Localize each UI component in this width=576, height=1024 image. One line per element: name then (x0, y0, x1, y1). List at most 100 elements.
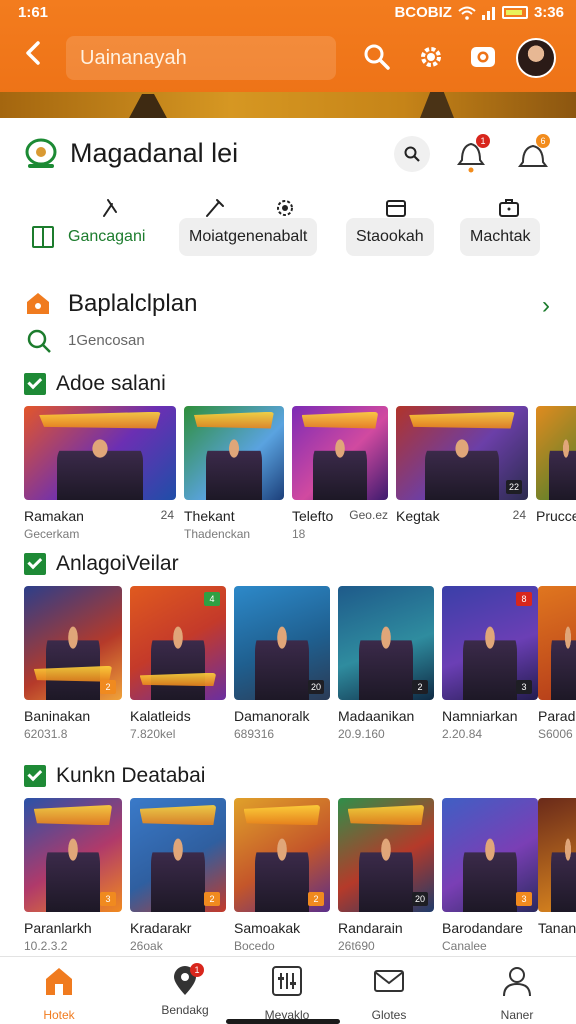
game-count: Geo.ez (349, 508, 388, 522)
category-tab[interactable]: Staookah (346, 196, 446, 260)
settings-gear-icon[interactable] (416, 42, 446, 72)
game-card[interactable]: 2 Samoakak Bocedo (234, 798, 330, 953)
game-meta: Thadenckan (184, 527, 251, 541)
battery-icon (501, 6, 528, 19)
search-icon[interactable] (362, 42, 392, 72)
brand-header: Magadanal lei 1 6 (0, 118, 576, 194)
game-card[interactable]: 83 Namniarkan 2.20.84 (442, 586, 538, 741)
nav-icon-wrap: 1 (168, 963, 204, 997)
content-sheet: Magadanal lei 1 6 Gancagani Moiatgenenab… (0, 118, 576, 956)
search-field[interactable] (66, 36, 336, 80)
game-meta: 2.20.84 (442, 727, 483, 741)
banner-tower-shape (128, 94, 168, 118)
game-name: Barodandare (442, 920, 523, 936)
game-card[interactable]: Tanan (538, 798, 576, 936)
section-title: AnlagoiVeilar (56, 552, 179, 575)
game-meta: Bocedo (234, 939, 275, 953)
game-name: Damanoralk (234, 708, 310, 724)
game-card[interactable]: 20 Damanoralk 689316 (234, 586, 330, 741)
search-circle-button[interactable] (394, 136, 430, 172)
alerts-button[interactable]: 6 (516, 134, 550, 174)
game-card[interactable]: 22 Kegtak 24 (396, 406, 528, 527)
mail-icon (374, 970, 404, 992)
category-tab[interactable]: Machtak (460, 196, 558, 260)
category-tab[interactable]: Gancagani (24, 196, 164, 260)
nav-badge: 1 (190, 963, 204, 977)
nav-label: Hotek (43, 1008, 75, 1022)
nav-profile[interactable]: Naner (472, 965, 562, 1022)
checkbox-icon (24, 553, 46, 575)
game-thumbnail (24, 406, 176, 500)
notification-badge: 1 (476, 134, 490, 148)
search-icon (27, 329, 51, 353)
category-label: Staookah (346, 218, 434, 256)
game-name: Samoakak (234, 920, 301, 936)
person-icon (503, 967, 531, 997)
section-adoe-salani: Adoe salani Ramakan 24 Gecerkam Thekant … (0, 370, 576, 550)
chevron-right-icon[interactable]: › (542, 292, 550, 320)
recommend-subtitle-row: 1Gencosan (0, 322, 576, 356)
game-name: Prucce (536, 508, 576, 524)
game-card[interactable]: 2 Baninakan 62031.8 (24, 586, 122, 741)
app-bar (0, 26, 576, 92)
game-card[interactable]: Parad S6006 (538, 586, 576, 741)
status-clock: 3:36 (533, 4, 564, 21)
game-meta: 26oak (130, 939, 163, 953)
game-meta: Canalee (442, 939, 487, 953)
game-name: Baninakan (24, 708, 91, 724)
wand-icon (206, 199, 224, 217)
game-card[interactable]: 2 Kradarakr 26oak (130, 798, 226, 953)
game-thumbnail: 20 (234, 586, 330, 700)
camera-icon[interactable] (468, 42, 498, 72)
game-thumbnail (184, 406, 284, 500)
section-header: AnlagoiVeilar (24, 550, 179, 578)
back-button[interactable] (18, 40, 48, 74)
game-thumbnail: 83 (442, 586, 538, 700)
game-card[interactable]: Telefto Geo.ez 18 (292, 406, 388, 541)
game-count: 24 (160, 508, 174, 522)
game-card[interactable]: 4 Kalatleids 7.820kel (130, 586, 226, 741)
game-meta: 62031.8 (24, 727, 68, 741)
section-header: Adoe salani (24, 370, 166, 398)
profile-avatar[interactable] (516, 38, 556, 78)
game-card[interactable]: 2 Madaanikan 20.9.160 (338, 586, 434, 741)
status-icons: BCOBIZ 3:36 (394, 4, 564, 21)
game-card[interactable]: 3 Paranlarkh 10.2.3.2 (24, 798, 122, 953)
section-title: Adoe salani (56, 372, 166, 395)
game-card[interactable]: 20 Randarain 26t690 (338, 798, 434, 953)
game-meta: 18 (292, 527, 306, 541)
game-meta: 7.820kel (130, 727, 176, 741)
signal-icon (481, 6, 495, 20)
home-indicator (226, 1019, 340, 1024)
section-header: Kunkn Deatabai (24, 762, 205, 790)
game-card[interactable]: Ramakan 24 Gecerkam (24, 406, 176, 541)
game-card[interactable]: 3 Barodandare Canalee (442, 798, 538, 953)
game-meta: 20.9.160 (338, 727, 385, 741)
game-name: Paranlarkh (24, 920, 92, 936)
nav-label: Bendakg (161, 1003, 209, 1017)
game-thumbnail: 3 (442, 798, 538, 912)
status-text: BCOBIZ (394, 4, 452, 21)
brand-title: Magadanal lei (70, 138, 239, 168)
nav-glotes[interactable]: Glotes (344, 965, 434, 1022)
nav-home[interactable]: Hotek (14, 965, 104, 1022)
recommend-header[interactable]: Baplalclplan › (0, 286, 576, 322)
home-icon (46, 968, 72, 995)
game-thumbnail: 20 (338, 798, 434, 912)
notifications-button[interactable]: 1 (454, 134, 490, 174)
section-anlagoiveilar: AnlagoiVeilar 2 Baninakan 62031.8 4 Kala… (0, 550, 576, 750)
nav-meyaklo[interactable]: Meyaklo (242, 965, 332, 1022)
game-name: Tanan (538, 920, 576, 936)
equalizer-icon (272, 966, 302, 996)
nav-bendakg[interactable]: 1 Bendakg (140, 963, 230, 1021)
wifi-icon (458, 6, 476, 20)
status-bar: 1:61 BCOBIZ 3:36 (0, 0, 576, 26)
game-name: Kradarakr (130, 920, 192, 936)
game-meta: S6006 (538, 727, 573, 741)
game-card[interactable]: Thekant Thadenckan (184, 406, 284, 541)
category-tab[interactable]: Moiatgenenabalt (179, 196, 331, 260)
briefcase-icon (499, 199, 519, 217)
search-input[interactable] (66, 36, 336, 80)
game-card[interactable]: Prucce (536, 406, 576, 524)
category-label: Machtak (460, 218, 541, 256)
